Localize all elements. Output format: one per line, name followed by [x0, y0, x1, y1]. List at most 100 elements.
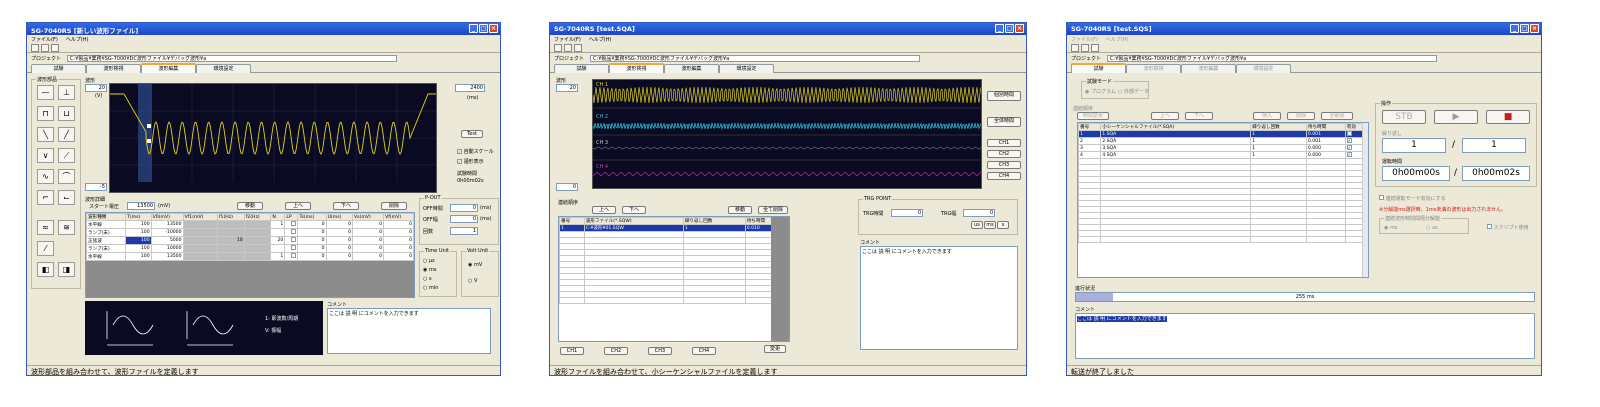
table-scrollbar[interactable] — [1362, 123, 1368, 277]
table-cell[interactable] — [216, 228, 245, 237]
down-button[interactable]: 下へ — [622, 206, 646, 214]
off-width-input[interactable]: 0 — [450, 215, 478, 223]
save-icon[interactable] — [51, 44, 59, 52]
menu-file[interactable]: ファイル(F) — [554, 36, 581, 43]
table-cell[interactable]: 0 — [383, 252, 414, 261]
table-cell[interactable]: 0 — [297, 236, 327, 245]
menu-file[interactable]: ファイル(F) — [31, 36, 58, 43]
tab-test[interactable]: 試験 — [31, 64, 86, 73]
table-cell[interactable]: 100 — [125, 244, 152, 253]
move-button[interactable]: 移動 — [728, 206, 752, 214]
comment-box[interactable]: ここは 説 明 にコメントを入力できます — [327, 308, 491, 354]
stop-icon[interactable]: ■ — [1486, 110, 1530, 124]
delete-button[interactable]: 削除 — [1287, 112, 1315, 120]
table-cell[interactable] — [284, 236, 299, 245]
table-cell[interactable]: 0 — [383, 228, 414, 237]
table-cell[interactable]: 100 — [125, 252, 152, 261]
tab-wave-edit[interactable]: 波形編集 — [664, 64, 719, 73]
open-file-icon[interactable] — [1081, 44, 1089, 52]
amp-bottom-input[interactable]: -5 — [85, 183, 107, 191]
burst2-icon[interactable]: ◨ — [58, 262, 75, 277]
minimize-icon[interactable]: _ — [469, 24, 478, 33]
table-cell[interactable] — [284, 220, 299, 229]
close-icon[interactable]: × — [489, 24, 498, 33]
new-file-icon[interactable] — [554, 44, 562, 52]
table-cell[interactable]: 正弦波 — [85, 236, 127, 245]
table-row[interactable]: 3 3.SQA 1 0.000 ✓ — [1077, 144, 1369, 152]
individual-time-button[interactable]: 個別時間 — [987, 91, 1021, 101]
menu-file[interactable]: ファイル(F) — [1071, 36, 1098, 43]
burst-icon[interactable]: ◧ — [37, 262, 54, 277]
time-input[interactable]: 2400 — [455, 84, 485, 92]
ch3-button[interactable]: CH3 — [987, 161, 1021, 169]
tab-wave-view[interactable]: 波形検視 — [609, 63, 664, 73]
amp-top-input[interactable]: 20 — [85, 84, 107, 92]
table-cell[interactable] — [243, 228, 272, 237]
continuous-mode-checkbox[interactable]: 連続運転モード有効にする — [1379, 195, 1446, 202]
tab-settings[interactable]: 環境設定 — [719, 64, 774, 73]
delete-button[interactable]: 削除 — [381, 202, 407, 210]
table-cell[interactable] — [243, 220, 272, 229]
start-voltage-input[interactable]: 13500 — [127, 202, 155, 210]
table-cell[interactable]: 0 — [383, 220, 414, 229]
up-button[interactable]: 上へ — [1151, 112, 1179, 120]
radio-ms[interactable]: ◉ ms — [423, 267, 436, 273]
step-icon[interactable]: ⊥ — [58, 85, 75, 100]
table-cell[interactable]: 13500 — [150, 220, 184, 229]
sine-icon[interactable]: ∿ — [37, 169, 54, 184]
table-cell[interactable]: 0 — [297, 220, 327, 229]
sequence-table[interactable]: 番号 波形ファイル(*.SQW) 繰り返し回数 待ち時間 1 C:¥波形¥01.SQW 1… — [558, 216, 790, 342]
trg-time-input[interactable]: 0 — [891, 209, 923, 217]
exp-rise-icon[interactable]: ⌐ — [37, 190, 54, 205]
table-cell[interactable]: 100 — [125, 228, 152, 237]
trg-width-input[interactable]: 0 — [963, 209, 995, 217]
tab-ch2[interactable]: CH2 — [604, 347, 628, 355]
table-cell[interactable]: 0 — [325, 252, 354, 261]
count-input[interactable]: 1 — [450, 227, 478, 235]
table-row[interactable]: 4 4.SQA 1 0.000 ✓ — [1077, 151, 1369, 159]
comment-box[interactable]: ここは 説 明 にコメントを入力できます — [860, 246, 1018, 350]
table-cell[interactable] — [243, 236, 272, 245]
seq-file-table[interactable]: 番号 小シーケンシャルファイル(*.SQA) 繰り返し回数 待ち時間 有効 1 1.SQA… — [1077, 122, 1369, 278]
comment-box[interactable]: ここは 説 明 にコメントを入力できます — [1075, 313, 1535, 359]
time-change-button[interactable]: 時間変更 — [1077, 112, 1109, 120]
insert-button[interactable]: 挿入 — [1253, 112, 1281, 120]
triangle-icon[interactable]: ∨ — [37, 148, 54, 163]
unit-ms-button[interactable]: ms — [984, 221, 996, 229]
radio-program[interactable]: ◉ プログラム — [1085, 88, 1116, 95]
close-icon[interactable]: × — [1015, 24, 1024, 33]
hline-icon[interactable]: — — [37, 85, 54, 100]
down-button[interactable]: 下へ — [1185, 112, 1213, 120]
tab-ch1[interactable]: CH1 — [560, 347, 584, 355]
exp-fall-icon[interactable]: ⌙ — [58, 190, 75, 205]
table-cell[interactable]: 水平線 — [85, 252, 127, 261]
close-icon[interactable]: × — [1530, 24, 1539, 33]
up-button[interactable]: 上へ — [592, 206, 616, 214]
maximize-icon[interactable]: □ — [1005, 24, 1014, 33]
tab-wave-view[interactable]: 波形検視 — [86, 64, 141, 73]
open-file-icon[interactable] — [564, 44, 572, 52]
table-cell[interactable]: 10 — [216, 236, 245, 245]
radio-s[interactable]: ○ s — [423, 276, 432, 282]
test-button[interactable]: Test — [461, 130, 483, 138]
tab-settings[interactable]: 環境設定 — [196, 64, 251, 73]
up-button[interactable]: 上へ — [285, 202, 311, 210]
table-cell[interactable] — [284, 228, 299, 237]
table-cell[interactable]: 0 — [297, 228, 327, 237]
play-icon[interactable]: ▶ — [1434, 110, 1478, 124]
table-cell[interactable] — [270, 244, 286, 253]
radio-res-us[interactable]: ○ us — [1426, 225, 1438, 231]
table-cell[interactable]: 13500 — [150, 252, 184, 261]
table-cell[interactable] — [243, 244, 272, 253]
unit-s-button[interactable]: s — [997, 221, 1009, 229]
table-row[interactable]: 水平線 100 13500 1 0 0 0 0 — [85, 220, 414, 229]
minimize-icon[interactable]: _ — [1510, 24, 1519, 33]
ch4-button[interactable]: CH4 — [987, 172, 1021, 180]
tab-ch4[interactable]: CH4 — [692, 347, 716, 355]
radio-res-ms[interactable]: ◉ ms — [1384, 225, 1397, 231]
table-cell[interactable]: 5000 — [150, 236, 184, 245]
table-cell[interactable]: 0 — [383, 244, 414, 253]
table-row[interactable]: ランプ(末) 100 -10000 0 0 0 0 — [85, 228, 414, 237]
table-row[interactable]: 水平線 100 13500 1 0 0 0 0 — [85, 252, 414, 261]
script-checkbox[interactable]: スクリプト使用 — [1487, 224, 1529, 231]
